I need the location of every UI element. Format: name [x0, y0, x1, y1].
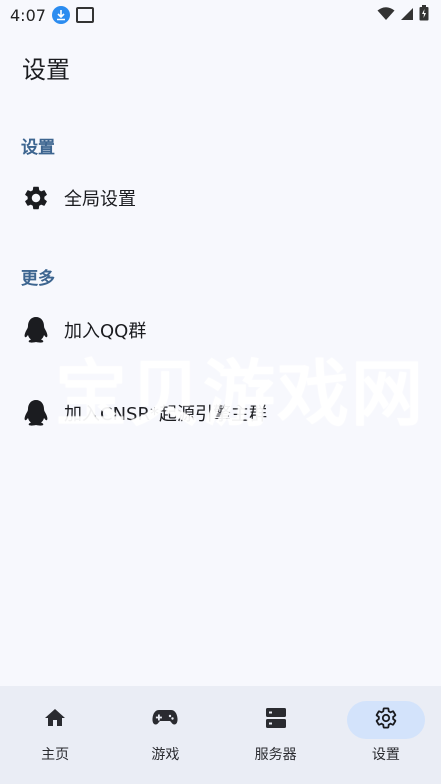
home-icon — [43, 706, 67, 734]
nav-pill-active — [346, 701, 425, 739]
status-right — [377, 5, 429, 25]
gear-icon — [374, 706, 398, 734]
row-label: 加入CNSR*起源引擎主群 — [64, 404, 267, 425]
qq-penguin-icon — [22, 316, 50, 344]
nav-label: 游戏 — [151, 747, 180, 763]
settings-item-join-qq-group[interactable]: 加入QQ群 — [0, 300, 441, 360]
row-label: 全局设置 — [64, 189, 136, 210]
section-header-more: 更多 — [21, 269, 55, 289]
nav-pill — [16, 701, 94, 739]
status-left: 4:07 — [10, 6, 94, 25]
nav-pill — [237, 701, 315, 739]
nav-item-settings[interactable]: 设置 — [331, 686, 441, 784]
page-title: 设置 — [22, 56, 70, 84]
row-label: 加入QQ群 — [64, 321, 147, 342]
section-header-settings: 设置 — [21, 138, 55, 158]
settings-item-join-cnsr-group[interactable]: 加入CNSR*起源引擎主群 — [0, 383, 441, 443]
nav-item-home[interactable]: 主页 — [0, 686, 110, 784]
nav-label: 设置 — [371, 747, 400, 763]
gamepad-icon — [152, 708, 178, 732]
nav-pill — [126, 701, 204, 739]
gear-icon — [22, 184, 50, 212]
battery-icon — [419, 5, 429, 25]
bottom-navigation: 主页 游戏 服务器 设置 — [0, 686, 441, 784]
app-notification-icon — [75, 7, 94, 23]
nav-label: 主页 — [41, 747, 70, 763]
signal-icon — [400, 6, 414, 25]
server-icon — [264, 706, 288, 734]
status-bar: 4:07 — [0, 0, 441, 30]
nav-item-games[interactable]: 游戏 — [110, 686, 220, 784]
download-icon — [51, 6, 70, 24]
settings-item-global-settings[interactable]: 全局设置 — [0, 168, 441, 228]
qq-penguin-icon — [22, 399, 50, 427]
status-time: 4:07 — [10, 5, 46, 25]
nav-item-servers[interactable]: 服务器 — [221, 686, 331, 784]
nav-label: 服务器 — [254, 747, 297, 763]
wifi-icon — [377, 6, 395, 25]
